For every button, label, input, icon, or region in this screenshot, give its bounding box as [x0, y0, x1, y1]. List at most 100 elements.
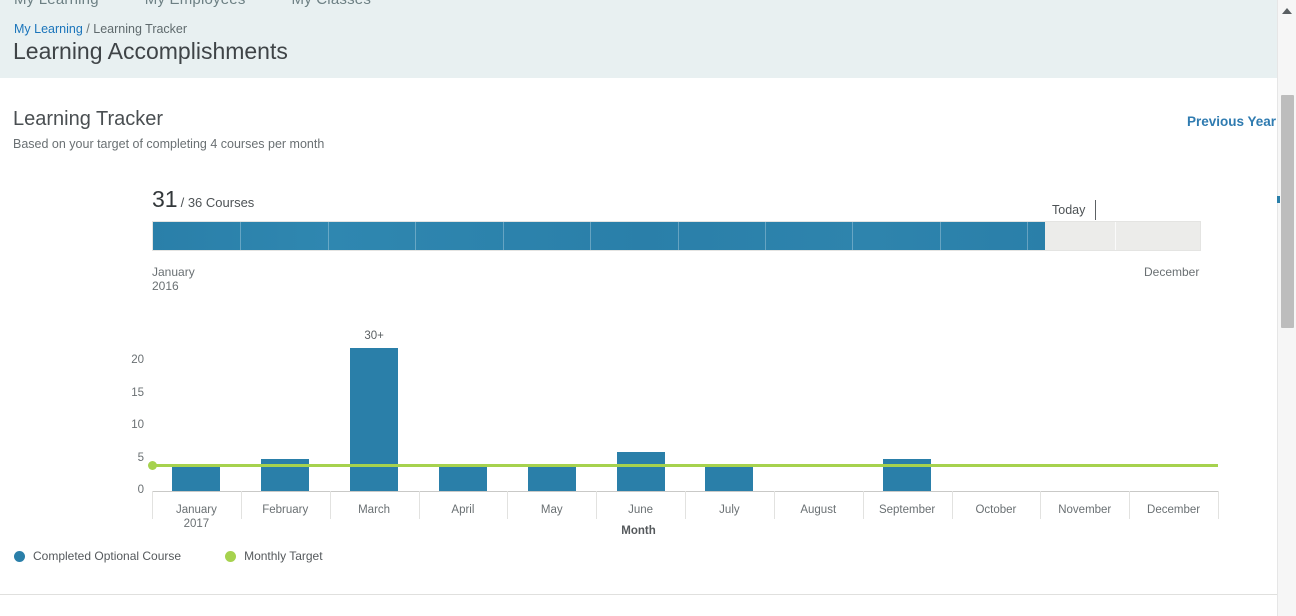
chart-x-tick-label: June	[628, 504, 654, 516]
today-marker-icon	[1095, 200, 1096, 220]
chart-x-tick	[1218, 491, 1219, 519]
chart-x-tick	[863, 491, 864, 519]
track-segment-divider	[765, 222, 766, 250]
top-navigation: My Learning My Employees My Classes	[0, 0, 1277, 13]
legend-label-target: Monthly Target	[244, 549, 323, 563]
course-count: 31/ 36 Courses	[152, 186, 254, 213]
chart-legend: Completed Optional Course Monthly Target	[14, 549, 323, 563]
year-progress-fill	[153, 222, 1045, 250]
scroll-up-arrow-icon[interactable]	[1282, 8, 1292, 14]
track-start-label: January 2016	[152, 265, 195, 293]
track-segment-divider	[1027, 222, 1028, 250]
track-segment-divider	[590, 222, 591, 250]
track-segment-divider	[328, 222, 329, 250]
today-label: Today	[1052, 203, 1086, 217]
legend-item-target[interactable]: Monthly Target	[225, 549, 323, 563]
chart-bar[interactable]	[705, 465, 754, 491]
breadcrumb-current: Learning Tracker	[93, 22, 188, 36]
topnav-item-my-classes[interactable]: My Classes	[292, 0, 372, 8]
topnav-item-my-learning[interactable]: My Learning	[14, 0, 99, 8]
track-segment-divider	[415, 222, 416, 250]
chart-x-tick	[419, 491, 420, 519]
scrollbar-position-marker	[1277, 196, 1280, 203]
year-progress-bar[interactable]	[152, 221, 1201, 251]
track-segment-divider	[678, 222, 679, 250]
chart-x-label-group: June	[628, 503, 653, 517]
chart-x-label-group: December	[1147, 503, 1200, 517]
section-divider	[0, 594, 1277, 595]
page-title: Learning Accomplishments	[13, 38, 288, 64]
chart-y-tick-label: 15	[131, 386, 144, 399]
chart-x-tick-label: February	[262, 504, 309, 516]
legend-label-completed: Completed Optional Course	[33, 549, 182, 563]
chart-bar-value-label: 30+	[364, 330, 384, 342]
chart-x-tick	[685, 491, 686, 519]
chart-bar[interactable]	[616, 452, 665, 491]
chart-x-tick-label: May	[540, 504, 563, 516]
chart-x-tick	[952, 491, 953, 519]
chart-x-label-group: March	[358, 503, 390, 517]
chart-x-axis-title: Month	[621, 525, 656, 537]
chart-bar[interactable]	[350, 348, 399, 491]
legend-swatch-icon	[14, 550, 25, 562]
chart-x-label-group: July	[719, 503, 739, 517]
chart-x-tick-label: October	[975, 504, 1017, 516]
chart-x-tick-label: December	[1147, 504, 1201, 516]
chart-target-line-marker-icon	[148, 461, 157, 470]
track-segment-divider	[940, 222, 941, 250]
vertical-scrollbar[interactable]	[1277, 0, 1296, 616]
chart-x-tick	[330, 491, 331, 519]
course-count-completed: 31	[152, 186, 178, 212]
chart-target-line	[152, 464, 1218, 467]
chart-x-tick	[596, 491, 597, 519]
chart-x-label-group: April	[451, 503, 474, 517]
chart-x-tick-label: January	[175, 504, 217, 516]
chart-bar[interactable]	[172, 465, 221, 491]
monthly-courses-chart: Number of Courses 0510152030+January2017…	[0, 330, 1277, 545]
chart-x-label-group: May	[541, 503, 563, 517]
chart-x-tick-label: September	[878, 504, 936, 516]
track-segment-divider	[1115, 222, 1116, 250]
chart-plot-area: 0 5 10 15 20 30+ January 2017 February March April…	[131, 330, 1219, 530]
chart-y-tick-label: 0	[137, 484, 144, 496]
chart-x-tick	[152, 491, 153, 519]
chart-x-tick	[1129, 491, 1130, 519]
scrollbar-thumb[interactable]	[1281, 95, 1294, 328]
track-start-year: 2016	[152, 279, 179, 293]
chart-x-tick	[1040, 491, 1041, 519]
breadcrumb: My Learning / Learning Tracker	[14, 22, 187, 36]
chart-x-tick-label: March	[358, 504, 391, 516]
topnav-item-my-employees[interactable]: My Employees	[145, 0, 246, 8]
legend-item-completed[interactable]: Completed Optional Course	[14, 549, 181, 563]
track-segment-divider	[503, 222, 504, 250]
chart-bar[interactable]	[527, 465, 576, 491]
breadcrumb-link-my-learning[interactable]: My Learning	[14, 22, 83, 36]
chart-x-label-group: October	[975, 503, 1016, 517]
legend-swatch-icon	[225, 550, 237, 562]
track-segment-divider	[852, 222, 853, 250]
chart-y-tick-label: 20	[131, 354, 144, 366]
previous-year-link[interactable]: Previous Year	[1187, 114, 1276, 129]
chart-x-tick	[507, 491, 508, 519]
track-start-month: January	[152, 265, 195, 279]
chart-y-tick-label: 5	[137, 451, 144, 464]
card-subtitle: Based on your target of completing 4 cou…	[13, 137, 325, 151]
chart-x-tick-label: August	[800, 504, 837, 516]
course-count-total: / 36 Courses	[180, 195, 255, 210]
chart-bar[interactable]	[438, 465, 487, 491]
chart-x-tick-label: November	[1058, 504, 1112, 516]
chart-x-tick	[774, 491, 775, 519]
learning-tracker-page: My Learning My Employees My Classes My L…	[0, 0, 1296, 616]
chart-x-tick	[241, 491, 242, 519]
chart-x-label-group: November	[1058, 503, 1111, 517]
track-end-label: December	[1144, 265, 1200, 279]
chart-x-label-group: February	[262, 503, 308, 517]
chart-x-label-group: September	[879, 503, 935, 517]
chart-x-tick-label: July	[719, 504, 740, 516]
breadcrumb-separator: /	[86, 22, 90, 36]
card-title: Learning Tracker	[13, 108, 164, 130]
chart-x-tick-label: April	[451, 504, 475, 516]
track-segment-divider	[240, 222, 241, 250]
chart-x-label-group: August	[800, 503, 836, 517]
chart-y-tick-label: 10	[131, 419, 144, 431]
